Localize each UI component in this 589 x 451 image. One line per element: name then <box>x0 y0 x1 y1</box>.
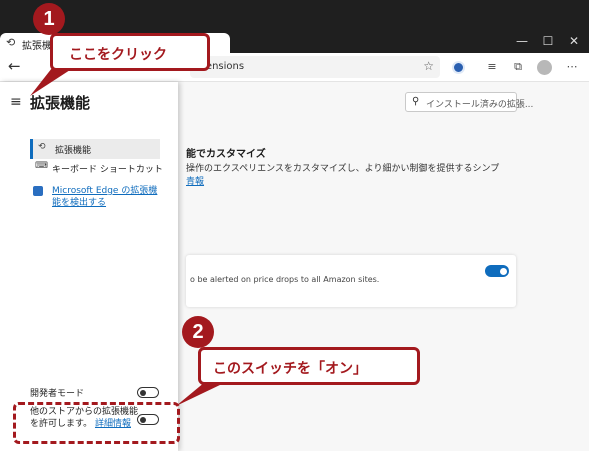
developer-mode-label: 開発者モード <box>30 389 85 399</box>
section-description: 操作のエクスペリエンスをカスタマイズし、より細かい制御を提供するシンプ <box>186 164 500 174</box>
extension-card: o be alerted on price drops to all Amazo… <box>186 255 516 307</box>
sidebar-item-extensions[interactable]: ⟲ 拡張機能 <box>30 139 160 159</box>
highlight-dashed-box <box>13 402 180 444</box>
keyboard-icon: ⌨ <box>35 161 48 171</box>
callout-text: ここをクリック <box>69 47 167 63</box>
extension-description: o be alerted on price drops to all Amazo… <box>190 275 380 284</box>
step-badge-1: 1 <box>33 3 65 35</box>
sidebar-item-label: 拡張機能 <box>55 146 92 156</box>
search-icon: ⚲ <box>412 96 420 107</box>
more-menu-icon[interactable]: ⋯ <box>564 60 580 73</box>
puzzle-icon: ⟲ <box>38 142 46 152</box>
extension-icon[interactable] <box>452 61 465 74</box>
sidebar-item-label: キーボード ショートカット <box>52 165 163 175</box>
back-arrow-icon[interactable]: ← <box>8 57 21 75</box>
puzzle-icon: ⟲ <box>6 36 16 49</box>
maximize-button[interactable]: ☐ <box>538 34 558 48</box>
toggle-knob <box>500 267 507 275</box>
developer-mode-toggle[interactable] <box>137 387 159 398</box>
collections-icon[interactable]: ⧉ <box>510 60 526 74</box>
store-link[interactable]: Microsoft Edge の拡張機能を検出する <box>52 185 162 209</box>
toggle-knob <box>140 389 146 396</box>
hamburger-menu-icon[interactable]: ≡ <box>10 94 22 110</box>
page-title: 拡張機能 <box>30 94 91 112</box>
close-button[interactable]: ✕ <box>564 34 584 48</box>
callout-turn-on-switch: このスイッチを「オン」 <box>198 347 420 385</box>
sidebar: ≡ 拡張機能 ⟲ 拡張機能 ⌨ キーボード ショートカット Microsoft … <box>0 82 178 451</box>
callout-click-here: ここをクリック <box>50 33 210 71</box>
store-icon <box>33 186 43 196</box>
extension-enable-toggle[interactable] <box>485 265 509 277</box>
search-placeholder: インストール済みの拡張... <box>426 100 534 110</box>
minimize-button[interactable]: — <box>512 34 532 48</box>
section-link[interactable]: 青報 <box>186 174 204 187</box>
avatar[interactable] <box>537 60 552 75</box>
extension-search-input[interactable]: ⚲ インストール済みの拡張... <box>405 92 533 112</box>
step-badge-2: 2 <box>182 316 214 348</box>
sidebar-item-keyboard-shortcuts[interactable]: ⌨ キーボード ショートカット <box>30 158 163 178</box>
favorites-icon[interactable]: ≡ <box>484 60 500 73</box>
callout-text: このスイッチを「オン」 <box>213 361 367 377</box>
section-title: 能でカスタマイズ <box>186 149 266 160</box>
favorite-star-icon[interactable]: ☆ <box>423 59 434 73</box>
address-bar[interactable]: tensions ☆ <box>190 56 440 78</box>
